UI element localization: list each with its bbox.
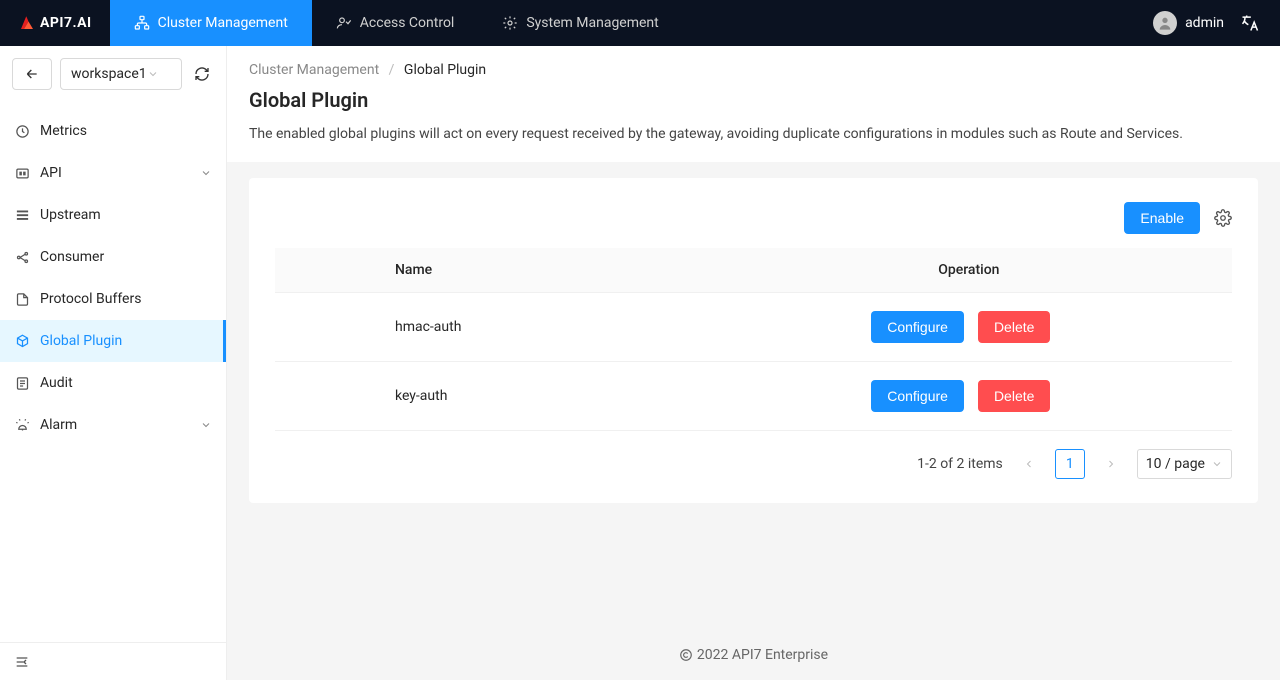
pagination-size-select[interactable]: 10 / page — [1137, 449, 1232, 479]
gear-icon — [502, 15, 518, 31]
logo-icon — [18, 14, 36, 32]
table-header-row: Name Operation — [275, 248, 1232, 293]
row-operations: Configure Delete — [706, 293, 1232, 362]
sidebar-item-global-plugin[interactable]: Global Plugin — [0, 320, 226, 362]
top-nav-system-management[interactable]: System Management — [478, 0, 682, 46]
page-footer: 2022 API7 Enterprise — [227, 633, 1280, 680]
page-title: Global Plugin — [249, 88, 1258, 112]
sidebar-item-label: Global Plugin — [40, 333, 212, 349]
top-nav-label: Access Control — [360, 15, 455, 31]
language-icon[interactable] — [1240, 13, 1260, 33]
sidebar-item-label: Upstream — [40, 207, 212, 223]
plugin-name: key-auth — [275, 362, 706, 431]
sidebar-nav: Metrics API Upstream Consumer Protocol B… — [0, 102, 226, 642]
sidebar-item-label: Consumer — [40, 249, 212, 265]
top-header: API7.AI Cluster Management Access Contro… — [0, 0, 1280, 46]
user-menu[interactable]: admin — [1153, 11, 1224, 35]
settings-icon[interactable] — [1214, 209, 1232, 227]
configure-button[interactable]: Configure — [871, 311, 964, 343]
header-right: admin — [1153, 11, 1280, 35]
enable-button[interactable]: Enable — [1124, 202, 1200, 234]
breadcrumb-parent[interactable]: Cluster Management — [249, 62, 379, 78]
top-nav-cluster-management[interactable]: Cluster Management — [110, 0, 312, 46]
sidebar-item-consumer[interactable]: Consumer — [0, 236, 226, 278]
footer-text: 2022 API7 Enterprise — [697, 647, 828, 663]
chevron-down-icon — [200, 419, 212, 431]
sidebar-item-upstream[interactable]: Upstream — [0, 194, 226, 236]
pagination-prev[interactable] — [1015, 449, 1043, 479]
workspace-name: workspace1 — [71, 66, 147, 82]
refresh-button[interactable] — [190, 62, 214, 86]
pagination-next[interactable] — [1097, 449, 1125, 479]
page-header: Cluster Management / Global Plugin Globa… — [227, 46, 1280, 162]
top-nav: Cluster Management Access Control System… — [110, 0, 683, 46]
col-header-operation: Operation — [706, 248, 1232, 293]
breadcrumb-current: Global Plugin — [404, 62, 486, 78]
plugin-card: Enable Name Operation hmac-auth Confi — [249, 178, 1258, 503]
alarm-icon — [14, 418, 30, 433]
copyright-icon — [679, 648, 693, 662]
sidebar-item-audit[interactable]: Audit — [0, 362, 226, 404]
sidebar-collapse-button[interactable] — [0, 642, 226, 680]
pagination-info: 1-2 of 2 items — [917, 456, 1003, 472]
sidebar: workspace1 Metrics API Upstream — [0, 46, 227, 680]
audit-icon — [14, 376, 30, 391]
logo-text: API7.AI — [40, 15, 92, 31]
sidebar-item-label: Metrics — [40, 123, 212, 139]
sidebar-top: workspace1 — [0, 46, 226, 102]
workspace-select[interactable]: workspace1 — [60, 58, 182, 90]
sidebar-item-label: Audit — [40, 375, 212, 391]
page-description: The enabled global plugins will act on e… — [249, 126, 1258, 142]
consumer-icon — [14, 250, 30, 265]
cluster-icon — [134, 15, 150, 31]
delete-button[interactable]: Delete — [978, 311, 1050, 343]
card-toolbar: Enable — [275, 202, 1232, 234]
pagination-size-label: 10 / page — [1146, 456, 1205, 472]
pagination-page-1[interactable]: 1 — [1055, 449, 1085, 479]
table-row: key-auth Configure Delete — [275, 362, 1232, 431]
col-header-name: Name — [275, 248, 706, 293]
plugin-table: Name Operation hmac-auth Configure Delet… — [275, 248, 1232, 431]
sidebar-item-protocol-buffers[interactable]: Protocol Buffers — [0, 278, 226, 320]
breadcrumb: Cluster Management / Global Plugin — [249, 62, 1258, 78]
breadcrumb-sep: / — [389, 62, 395, 78]
chevron-down-icon — [147, 68, 171, 80]
sidebar-item-label: Protocol Buffers — [40, 291, 212, 307]
avatar — [1153, 11, 1177, 35]
configure-button[interactable]: Configure — [871, 380, 964, 412]
back-button[interactable] — [12, 58, 52, 90]
cube-icon — [14, 334, 30, 349]
table-row: hmac-auth Configure Delete — [275, 293, 1232, 362]
username: admin — [1185, 15, 1224, 31]
sidebar-item-metrics[interactable]: Metrics — [0, 110, 226, 152]
sidebar-item-alarm[interactable]: Alarm — [0, 404, 226, 446]
row-operations: Configure Delete — [706, 362, 1232, 431]
dashboard-icon — [14, 124, 30, 139]
chevron-down-icon — [1211, 458, 1223, 470]
sidebar-item-api[interactable]: API — [0, 152, 226, 194]
top-nav-label: Cluster Management — [158, 15, 288, 31]
sidebar-item-label: API — [40, 165, 200, 181]
top-nav-access-control[interactable]: Access Control — [312, 0, 479, 46]
api-icon — [14, 166, 30, 181]
pagination: 1-2 of 2 items 1 10 / page — [275, 449, 1232, 479]
upstream-icon — [14, 208, 30, 223]
access-icon — [336, 15, 352, 31]
file-icon — [14, 292, 30, 307]
main-content: Cluster Management / Global Plugin Globa… — [227, 46, 1280, 680]
sidebar-item-label: Alarm — [40, 417, 200, 433]
top-nav-label: System Management — [526, 15, 658, 31]
chevron-down-icon — [200, 167, 212, 179]
delete-button[interactable]: Delete — [978, 380, 1050, 412]
logo[interactable]: API7.AI — [0, 0, 110, 46]
plugin-name: hmac-auth — [275, 293, 706, 362]
